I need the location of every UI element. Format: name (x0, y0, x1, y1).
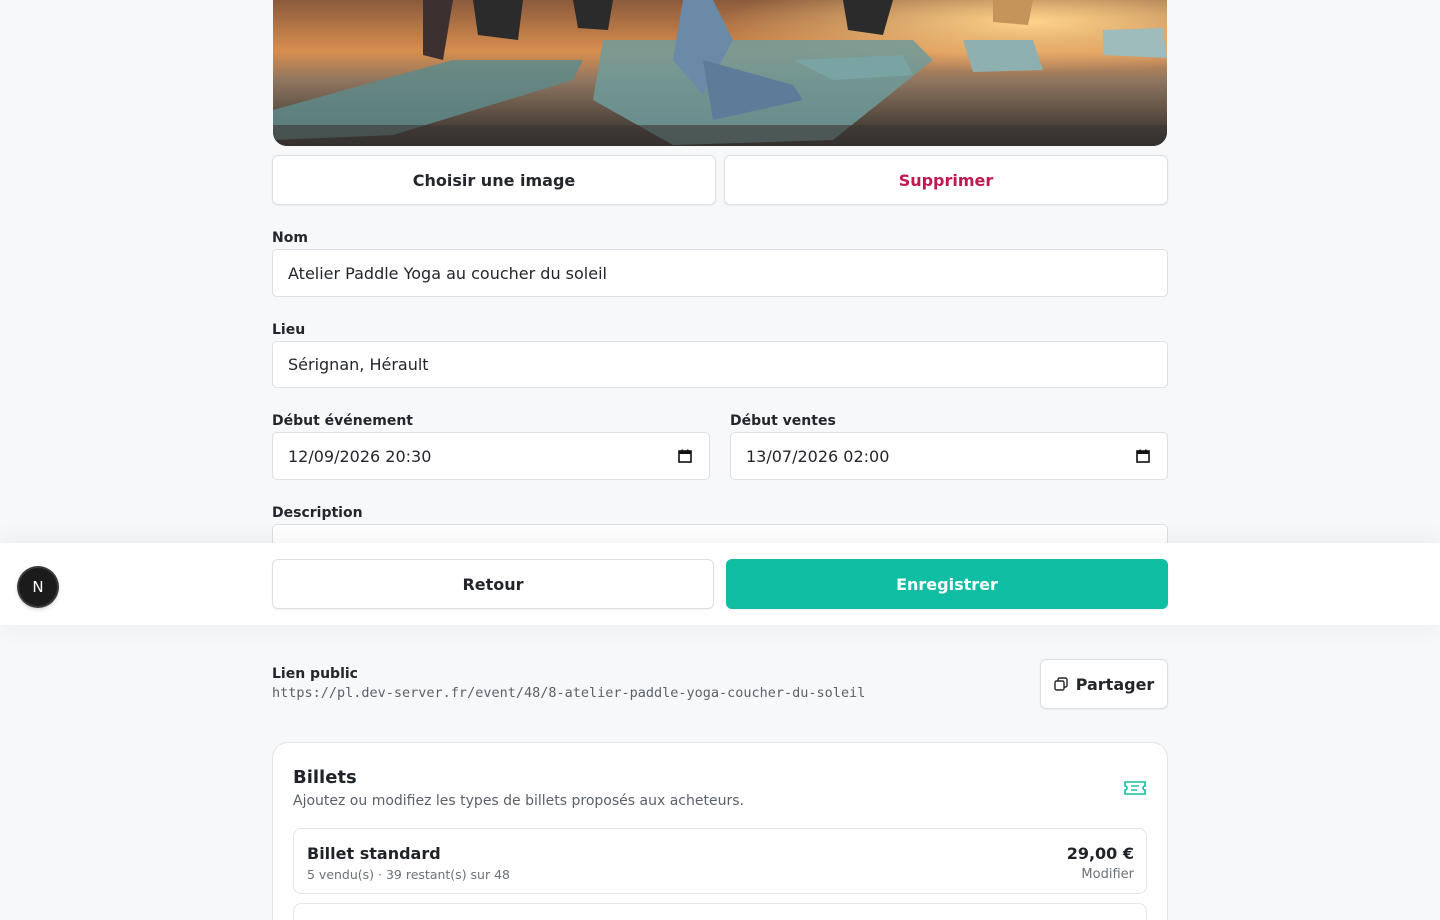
event-start-datetime-input[interactable]: 12/09/2026 20:30 (272, 432, 710, 480)
ticket-edit-link[interactable]: Modifier (1081, 867, 1134, 882)
calendar-icon[interactable] (1136, 449, 1150, 463)
choose-image-button[interactable]: Choisir une image (272, 155, 716, 205)
place-label: Lieu (272, 322, 306, 338)
share-button[interactable]: Partager (1040, 659, 1168, 709)
copy-icon (1053, 677, 1068, 691)
back-button[interactable]: Retour (272, 559, 714, 609)
sales-start-value: 13/07/2026 02:00 (746, 446, 890, 466)
share-label: Partager (1075, 674, 1155, 694)
sticky-action-bar: N Retour Enregistrer (0, 543, 1440, 625)
place-input-value: Sérignan, Hérault (288, 355, 429, 374)
description-label: Description (272, 505, 363, 521)
ticket-price: 29,00 € (1066, 844, 1134, 863)
ticket-row[interactable] (293, 903, 1147, 920)
tickets-subtitle: Ajoutez ou modifiez les types de billets… (293, 793, 744, 809)
ticket-row[interactable]: Billet standard 5 vendu(s) · 39 restant(… (293, 828, 1147, 894)
event-start-label: Début événement (272, 413, 413, 429)
sales-start-label: Début ventes (730, 413, 836, 429)
tickets-title: Billets (293, 767, 357, 788)
delete-image-button[interactable]: Supprimer (724, 155, 1168, 205)
dev-tools-badge[interactable]: N (19, 568, 57, 606)
save-button[interactable]: Enregistrer (726, 559, 1168, 609)
tickets-card: Billets Ajoutez ou modifiez les types de… (272, 742, 1168, 920)
public-link-url[interactable]: https://pl.dev-server.fr/event/48/8-atel… (272, 685, 865, 701)
ticket-name: Billet standard (307, 844, 441, 863)
place-input[interactable]: Sérignan, Hérault (272, 341, 1168, 388)
event-start-value: 12/09/2026 20:30 (288, 446, 432, 466)
sales-start-datetime-input[interactable]: 13/07/2026 02:00 (730, 432, 1168, 480)
name-label: Nom (272, 230, 308, 246)
calendar-icon[interactable] (678, 449, 692, 463)
name-input[interactable]: Atelier Paddle Yoga au coucher du soleil (272, 249, 1168, 297)
ticket-icon (1124, 781, 1146, 795)
name-input-value: Atelier Paddle Yoga au coucher du soleil (288, 263, 607, 283)
public-link-label: Lien public (272, 666, 358, 682)
ticket-stock: 5 vendu(s) · 39 restant(s) sur 48 (307, 867, 511, 882)
event-edit-page: Choisir une image Supprimer Nom Atelier … (0, 0, 1440, 920)
event-cover-image (273, 0, 1167, 146)
